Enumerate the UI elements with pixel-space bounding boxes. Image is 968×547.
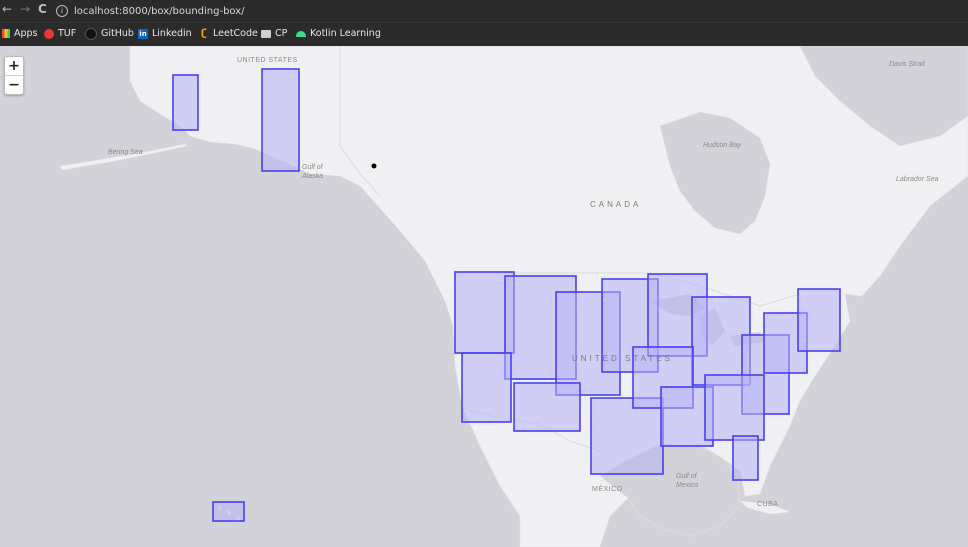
bounding-box[interactable] [461,352,512,423]
forward-arrow-icon[interactable]: → [20,2,30,16]
label-hudson-bay: Hudson Bay [703,142,742,149]
label-bering-sea: Bering Sea [108,149,143,156]
bounding-box[interactable] [797,288,841,352]
info-icon[interactable]: i [56,5,68,17]
bounding-box[interactable] [590,397,664,475]
reload-icon[interactable]: C [38,2,47,16]
bounding-box[interactable] [172,74,199,131]
label-united-states: UNITED STATES [572,354,673,363]
label-cuba: CUBA [757,501,779,508]
zoom-control: + − [4,56,24,95]
label-united-states-alaska: UNITED STATES [237,57,298,64]
map-canvas[interactable]: UNITED STATES CANADA UNITED STATES MÉXIC… [0,46,968,547]
label-gulf-of-mexico: Gulf of Mexico [676,473,699,489]
tuf-logo-icon [44,28,54,39]
bounding-box[interactable] [704,374,765,441]
address-bar[interactable]: i localhost:8000/box/bounding-box/ [56,3,968,20]
folder-icon [261,29,271,38]
label-labrador-sea: Labrador Sea [896,176,939,183]
location-marker [371,163,377,169]
aleutian-islands [59,143,188,171]
label-gulf-of-alaska: Gulf of Alaska [302,164,324,180]
linkedin-icon: in [138,28,148,39]
label-mexico: MÉXICO [592,486,623,493]
zoom-out-button[interactable]: − [5,75,23,94]
bookmark-leetcode[interactable]: ʗ LeetCode [199,27,258,41]
bounding-box[interactable] [732,435,759,481]
bookmark-cp[interactable]: CP [261,27,287,41]
url-text: localhost:8000/box/bounding-box/ [74,6,245,17]
apps-grid-icon [2,29,10,38]
bookmark-linkedin[interactable]: in Linkedin [138,27,192,41]
back-arrow-icon[interactable]: ← [2,2,12,16]
zoom-in-button[interactable]: + [5,57,23,75]
bounding-box[interactable] [212,501,245,522]
bookmark-kotlin-learning[interactable]: Kotlin Learning [296,27,381,41]
bookmark-apps[interactable]: Apps [2,27,38,41]
bounding-box[interactable] [513,382,581,432]
label-canada: CANADA [590,200,642,209]
bookmark-tuf[interactable]: TUF [44,27,76,41]
github-icon [85,27,97,40]
leetcode-icon: ʗ [201,27,207,39]
browser-toolbar: ← → C i localhost:8000/box/bounding-box/ [0,0,968,22]
bookmarks-bar: Apps TUF GitHub in Linkedin ʗ LeetCode CP … [0,22,968,46]
basemap [59,46,968,547]
bookmark-github[interactable]: GitHub [85,27,134,41]
bounding-box[interactable] [261,68,300,172]
label-davis-strait: Davis Strait [889,61,925,68]
android-icon [296,30,306,37]
